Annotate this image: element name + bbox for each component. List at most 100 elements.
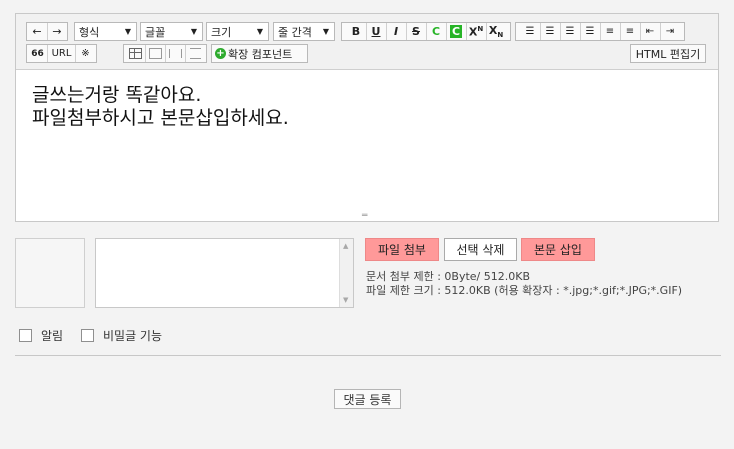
redo-icon: →: [52, 25, 62, 38]
table-insert-button[interactable]: [126, 45, 146, 62]
align-center-button[interactable]: ☰: [541, 23, 561, 40]
link-icon: URL: [51, 48, 72, 59]
outdent-button[interactable]: ⇤: [641, 23, 661, 40]
editor-toolbar: ← → 형식 ▼ 글꼴 ▼ 크기 ▼ 줄 간격 ▼ B U I S C C XN…: [16, 14, 718, 70]
special-char-button[interactable]: ※: [76, 45, 95, 62]
undo-button[interactable]: ←: [28, 23, 48, 40]
insert-group: 66 URL ※: [26, 44, 97, 63]
attachment-thumbnail: [15, 238, 85, 308]
chevron-down-icon: ▼: [190, 27, 197, 36]
scroll-up-icon[interactable]: ▲: [343, 242, 348, 250]
align-center-icon: ☰: [545, 26, 555, 37]
undo-redo-group: ← →: [26, 22, 68, 41]
font-select-label: 글꼴: [145, 25, 166, 39]
plus-icon: +: [215, 48, 226, 59]
attachment-file-list[interactable]: ▲ ▼: [95, 238, 354, 308]
align-justify-button[interactable]: ☰: [581, 23, 601, 40]
align-right-icon: ☰: [565, 26, 575, 37]
extend-component-button[interactable]: + 확장 컴포넌트: [211, 44, 308, 63]
bold-icon: B: [351, 25, 361, 38]
strikethrough-icon: S: [412, 25, 420, 38]
bold-button[interactable]: B: [347, 23, 367, 40]
paragraph-group: ☰ ☰ ☰ ☰ ≡ ≡ ⇤ ⇥: [515, 22, 685, 41]
bg-color-button[interactable]: C: [447, 23, 467, 40]
text-color-button[interactable]: C: [427, 23, 447, 40]
italic-icon: I: [393, 25, 399, 38]
line-spacing-select-label: 줄 간격: [278, 25, 312, 39]
subscript-icon: XN: [489, 24, 503, 39]
file-list-scrollbar[interactable]: ▲ ▼: [339, 239, 353, 307]
format-select-label: 형식: [79, 25, 100, 39]
strikethrough-button[interactable]: S: [407, 23, 427, 40]
notify-option[interactable]: 알림: [19, 327, 63, 344]
secret-checkbox[interactable]: [81, 329, 94, 342]
delete-selected-button[interactable]: 선택 삭제: [444, 238, 517, 261]
submit-comment-button[interactable]: 댓글 등록: [334, 389, 401, 409]
insert-into-body-label: 본문 삽입: [534, 243, 582, 257]
html-editor-button[interactable]: HTML 편집기: [630, 44, 706, 63]
extend-component-label: 확장 컴포넌트: [228, 47, 293, 61]
editor-line: 파일첨부하시고 본문삽입하세요.: [32, 107, 289, 129]
align-left-icon: ☰: [525, 26, 535, 37]
indent-button[interactable]: ⇥: [661, 23, 680, 40]
secret-label: 비밀글 기능: [103, 329, 163, 343]
table-column-button[interactable]: [166, 45, 186, 62]
format-select[interactable]: 형식 ▼: [74, 22, 137, 41]
scroll-down-icon[interactable]: ▼: [343, 296, 348, 304]
submit-comment-label: 댓글 등록: [343, 392, 392, 407]
quote-icon: 66: [31, 48, 44, 59]
underline-icon: U: [371, 25, 381, 38]
url-button[interactable]: URL: [48, 45, 76, 62]
superscript-icon: XN: [469, 25, 483, 39]
superscript-button[interactable]: XN: [467, 23, 487, 40]
subscript-mark: N: [497, 31, 504, 40]
table-cell-button[interactable]: [146, 45, 166, 62]
editor-line: 글쓰는거랑 똑같아요.: [32, 84, 202, 106]
attachment-limits: 문서 첨부 제한 : 0Byte/ 512.0KB 파일 제한 크기 : 512…: [366, 270, 682, 298]
table-column-icon: [168, 49, 182, 58]
align-justify-icon: ☰: [585, 26, 595, 37]
text-style-group: B U I S C C XN XN: [341, 22, 511, 41]
table-row-button[interactable]: [186, 45, 205, 62]
table-icon: [128, 48, 142, 59]
quote-button[interactable]: 66: [28, 45, 48, 62]
editor-content[interactable]: 글쓰는거랑 똑같아요. 파일첨부하시고 본문삽입하세요.: [32, 84, 289, 130]
underline-button[interactable]: U: [367, 23, 387, 40]
file-size-limit-text: 파일 제한 크기 : 512.0KB (허용 확장자 : *.jpg;*.gif…: [366, 284, 683, 297]
font-select[interactable]: 글꼴 ▼: [140, 22, 203, 41]
html-editor-label: HTML 편집기: [635, 47, 701, 61]
delete-selected-label: 선택 삭제: [456, 243, 505, 257]
special-char-icon: ※: [81, 48, 90, 59]
ordered-list-button[interactable]: ≡: [601, 23, 621, 40]
bg-color-icon: C: [449, 25, 463, 38]
align-right-button[interactable]: ☰: [561, 23, 581, 40]
align-left-button[interactable]: ☰: [521, 23, 541, 40]
size-select-label: 크기: [211, 25, 232, 39]
italic-button[interactable]: I: [387, 23, 407, 40]
redo-button[interactable]: →: [48, 23, 67, 40]
chevron-down-icon: ▼: [256, 27, 263, 36]
chevron-down-icon: ▼: [322, 27, 329, 36]
insert-into-body-button[interactable]: 본문 삽입: [521, 238, 595, 261]
chevron-down-icon: ▼: [124, 27, 131, 36]
bullet-list-button[interactable]: ≡: [621, 23, 641, 40]
indent-icon: ⇥: [665, 26, 675, 37]
size-select[interactable]: 크기 ▼: [206, 22, 269, 41]
undo-icon: ←: [32, 25, 42, 38]
text-color-icon: C: [431, 25, 441, 38]
secret-option[interactable]: 비밀글 기능: [81, 327, 162, 344]
attach-file-label: 파일 첨부: [378, 243, 426, 257]
resize-handle-icon[interactable]: ═: [362, 211, 367, 221]
notify-label: 알림: [41, 329, 64, 343]
document-limit-text: 문서 첨부 제한 : 0Byte/ 512.0KB: [366, 270, 531, 283]
table-cell-icon: [148, 48, 162, 59]
attach-file-button[interactable]: 파일 첨부: [365, 238, 439, 261]
table-group: [123, 44, 207, 63]
bullet-list-icon: ≡: [625, 26, 635, 37]
subscript-button[interactable]: XN: [487, 23, 506, 40]
superscript-mark: N: [477, 24, 484, 33]
line-spacing-select[interactable]: 줄 간격 ▼: [273, 22, 335, 41]
table-row-icon: [189, 48, 201, 59]
notify-checkbox[interactable]: [19, 329, 32, 342]
outdent-icon: ⇤: [645, 26, 655, 37]
